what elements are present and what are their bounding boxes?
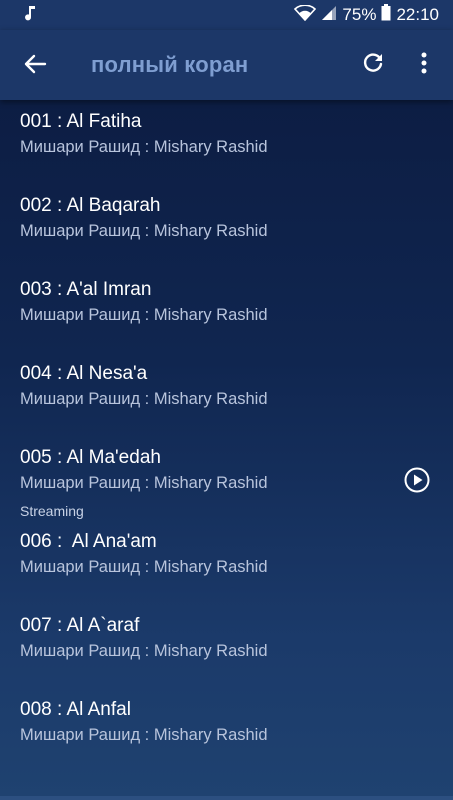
clock: 22:10	[396, 5, 439, 24]
battery-percent: 75%	[342, 5, 377, 24]
list-item[interactable]: 002 : Al Baqarah Мишари Рашид : Mishary …	[0, 184, 453, 268]
wifi-icon	[294, 3, 317, 26]
play-circle-icon	[404, 467, 430, 498]
status-right: 75% 22:10	[294, 3, 439, 26]
track-title: 001 : Al Fatiha	[20, 111, 142, 132]
list-item[interactable]: 005 : Al Ma'edah Мишари Рашид : Mishary …	[0, 436, 453, 520]
streaming-status: Streaming	[20, 503, 84, 519]
battery-icon	[381, 4, 391, 26]
track-reciter: Мишари Рашид : Mishary Rashid	[20, 474, 268, 492]
track-reciter: Мишари Рашид : Mishary Rashid	[20, 390, 268, 408]
track-reciter: Мишари Рашид : Mishary Rashid	[20, 138, 268, 156]
track-reciter: Мишари Рашид : Mishary Rashid	[20, 306, 268, 324]
back-arrow-icon	[23, 52, 47, 81]
list-item[interactable]: 004 : Al Nesa'a Мишари Рашид : Mishary R…	[0, 352, 453, 436]
refresh-icon	[361, 51, 385, 80]
status-left	[24, 5, 36, 26]
signal-icon	[321, 5, 337, 26]
more-vert-icon	[421, 52, 427, 79]
play-button[interactable]	[404, 467, 430, 498]
track-reciter: Мишари Рашид : Mishary Rashid	[20, 558, 268, 576]
list-item[interactable]: 007 : Al A`araf Мишари Рашид : Mishary R…	[0, 604, 453, 688]
track-reciter: Мишари Рашид : Mishary Rashid	[20, 726, 268, 744]
track-title: 003 : A'al Imran	[20, 279, 152, 300]
refresh-button[interactable]	[359, 51, 387, 79]
track-title: 002 : Al Baqarah	[20, 195, 161, 216]
bottom-divider	[0, 796, 453, 800]
track-title: 004 : Al Nesa'a	[20, 363, 148, 384]
list-item[interactable]: 001 : Al Fatiha Мишари Рашид : Mishary R…	[0, 100, 453, 184]
track-reciter: Мишари Рашид : Mishary Rashid	[20, 222, 268, 240]
track-title: 008 : Al Anfal	[20, 699, 131, 720]
page-title: полный коран	[91, 52, 249, 77]
track-title: 006 : Al Ana'am	[20, 531, 157, 552]
list-item[interactable]: 003 : A'al Imran Мишари Рашид : Mishary …	[0, 268, 453, 352]
more-options-button[interactable]	[412, 51, 436, 79]
app-bar: полный коран	[0, 30, 453, 100]
track-reciter: Мишари Рашид : Mishary Rashid	[20, 642, 268, 660]
status-bar: 75% 22:10	[0, 0, 453, 30]
music-note-icon	[24, 5, 36, 26]
list-item[interactable]: 006 : Al Ana'am Мишари Рашид : Mishary R…	[0, 520, 453, 604]
back-button[interactable]	[20, 51, 50, 81]
list-item[interactable]: 008 : Al Anfal Мишари Рашид : Mishary Ra…	[0, 688, 453, 772]
track-title: 007 : Al A`araf	[20, 615, 140, 636]
track-title: 005 : Al Ma'edah	[20, 447, 161, 468]
